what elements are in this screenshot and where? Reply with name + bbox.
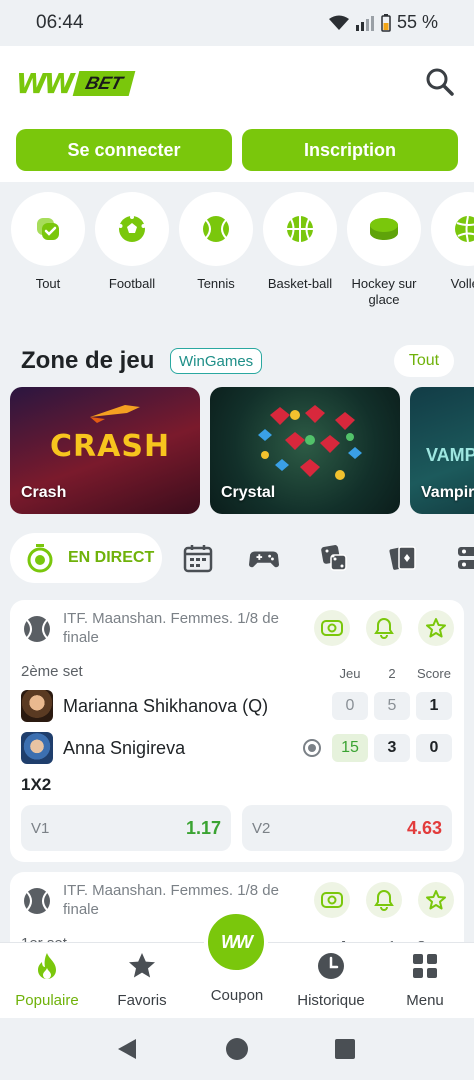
grid-menu-icon [413,954,437,978]
stream-icon [321,620,343,636]
nav-menu[interactable]: Menu [378,951,472,1009]
clock-icon [318,953,344,979]
back-icon[interactable] [116,1037,138,1061]
player-row: Anna Snigireva [21,732,186,764]
cards-icon[interactable] [388,543,418,573]
nav-history[interactable]: Historique [284,951,378,1009]
avatar [21,732,53,764]
battery-level: 55 % [396,12,438,32]
game-card-crash[interactable]: CRASH Crash [10,387,200,514]
more-tab-icon[interactable] [456,543,474,573]
score-jeu: 0 [332,692,368,720]
recents-icon[interactable] [334,1038,356,1060]
sport-tabs: EN DIRECT [10,533,474,583]
tennis-ball-icon [203,216,229,242]
star-icon [426,618,446,638]
stream-button[interactable] [314,610,350,646]
volleyball-icon [455,215,474,243]
stream-icon [321,892,343,908]
battery-icon [381,13,391,32]
stopwatch-icon [27,544,53,573]
basketball-icon [287,216,313,242]
notify-button[interactable] [366,610,402,646]
game-card-vampire[interactable]: VAMPIR Vampire [410,387,474,514]
bell-icon [374,617,394,639]
serve-indicator-icon [303,739,321,757]
match-card[interactable]: ITF. Maanshan. Femmes. 1/8 de finale 2èm… [10,600,464,862]
crystal-gems-illustration [258,405,362,480]
nav-popular[interactable]: Populaire [0,951,94,1009]
games-see-all-button[interactable]: Tout [394,345,454,377]
sport-categories: Tout Football Tennis Basket-ball Hockey … [10,192,474,307]
coupon-logo: WW [221,931,253,952]
col-head-score: Score [417,666,451,681]
check-badge-icon [37,218,59,240]
category-basketball[interactable]: Basket-ball [262,192,338,292]
score-set: 3 [374,734,410,762]
tab-live[interactable]: EN DIRECT [10,533,162,583]
bell-icon [374,889,394,911]
favorite-button[interactable] [418,882,454,918]
stream-button[interactable] [314,882,350,918]
category-all[interactable]: Tout [10,192,86,292]
wingames-badge[interactable]: WinGames [170,348,263,374]
crash-game-art-title: CRASH [50,429,171,464]
app-header: WW BET Se connecter Inscription [0,46,474,182]
league-name: ITF. Maanshan. Femmes. 1/8 de finale [63,882,279,918]
games-carousel: CRASH Crash Crystal VAMPIR Vampire [10,387,474,514]
logo-ww: WW [16,66,75,100]
logo-bet: BET [72,70,136,96]
search-icon[interactable] [424,66,456,98]
coupon-button[interactable]: WW [204,910,268,974]
tab-live-label: EN DIRECT [68,549,155,566]
favorite-button[interactable] [418,610,454,646]
wifi-icon [328,15,349,30]
gamepad-icon[interactable] [249,543,279,573]
category-volleyball[interactable]: Volley [430,192,474,292]
game-card-crystal[interactable]: Crystal [210,387,400,514]
vampire-game-art-title: VAMPIR [426,445,474,465]
odd-button-v2[interactable]: V2 4.63 [242,805,452,851]
hockey-puck-icon [370,218,398,240]
nav-favorites[interactable]: Favoris [95,951,189,1009]
signup-button[interactable]: Inscription [242,129,458,171]
player-row: Marianna Shikhanova (Q) [21,690,269,722]
system-nav-bar [0,1018,474,1080]
star-icon [426,890,446,910]
signal-icon [355,15,374,31]
status-bar: 06:44 55 % [0,0,474,46]
category-hockey[interactable]: Hockey sur glace [346,192,422,307]
calendar-icon[interactable] [183,543,213,573]
dice-icon[interactable] [319,543,349,573]
tennis-ball-icon [24,888,50,914]
login-button[interactable]: Se connecter [16,129,232,171]
score-total: 1 [416,692,452,720]
score-total: 0 [416,734,452,762]
col-head-jeu: Jeu [339,666,361,681]
player-name: Marianna Shikhanova (Q) [63,695,269,716]
status-time: 06:44 [36,12,84,33]
star-icon [129,953,155,978]
market-label: 1X2 [21,775,52,794]
category-tennis[interactable]: Tennis [178,192,254,292]
player-name: Anna Snigireva [63,737,186,758]
games-zone-title: Zone de jeu [21,347,155,374]
category-football[interactable]: Football [94,192,170,292]
odd-button-v1[interactable]: V1 1.17 [21,805,231,851]
col-head-set: 2 [388,666,396,681]
flame-icon [38,953,56,979]
football-icon [118,215,146,242]
notify-button[interactable] [366,882,402,918]
score-set: 5 [374,692,410,720]
set-label: 2ème set [21,663,83,680]
home-icon[interactable] [225,1037,249,1061]
score-jeu: 15 [332,734,368,762]
rocket-icon [90,405,140,423]
league-name: ITF. Maanshan. Femmes. 1/8 de finale [63,610,279,646]
avatar [21,690,53,722]
tennis-ball-icon [24,616,50,642]
app-logo[interactable]: WW BET [16,66,136,100]
